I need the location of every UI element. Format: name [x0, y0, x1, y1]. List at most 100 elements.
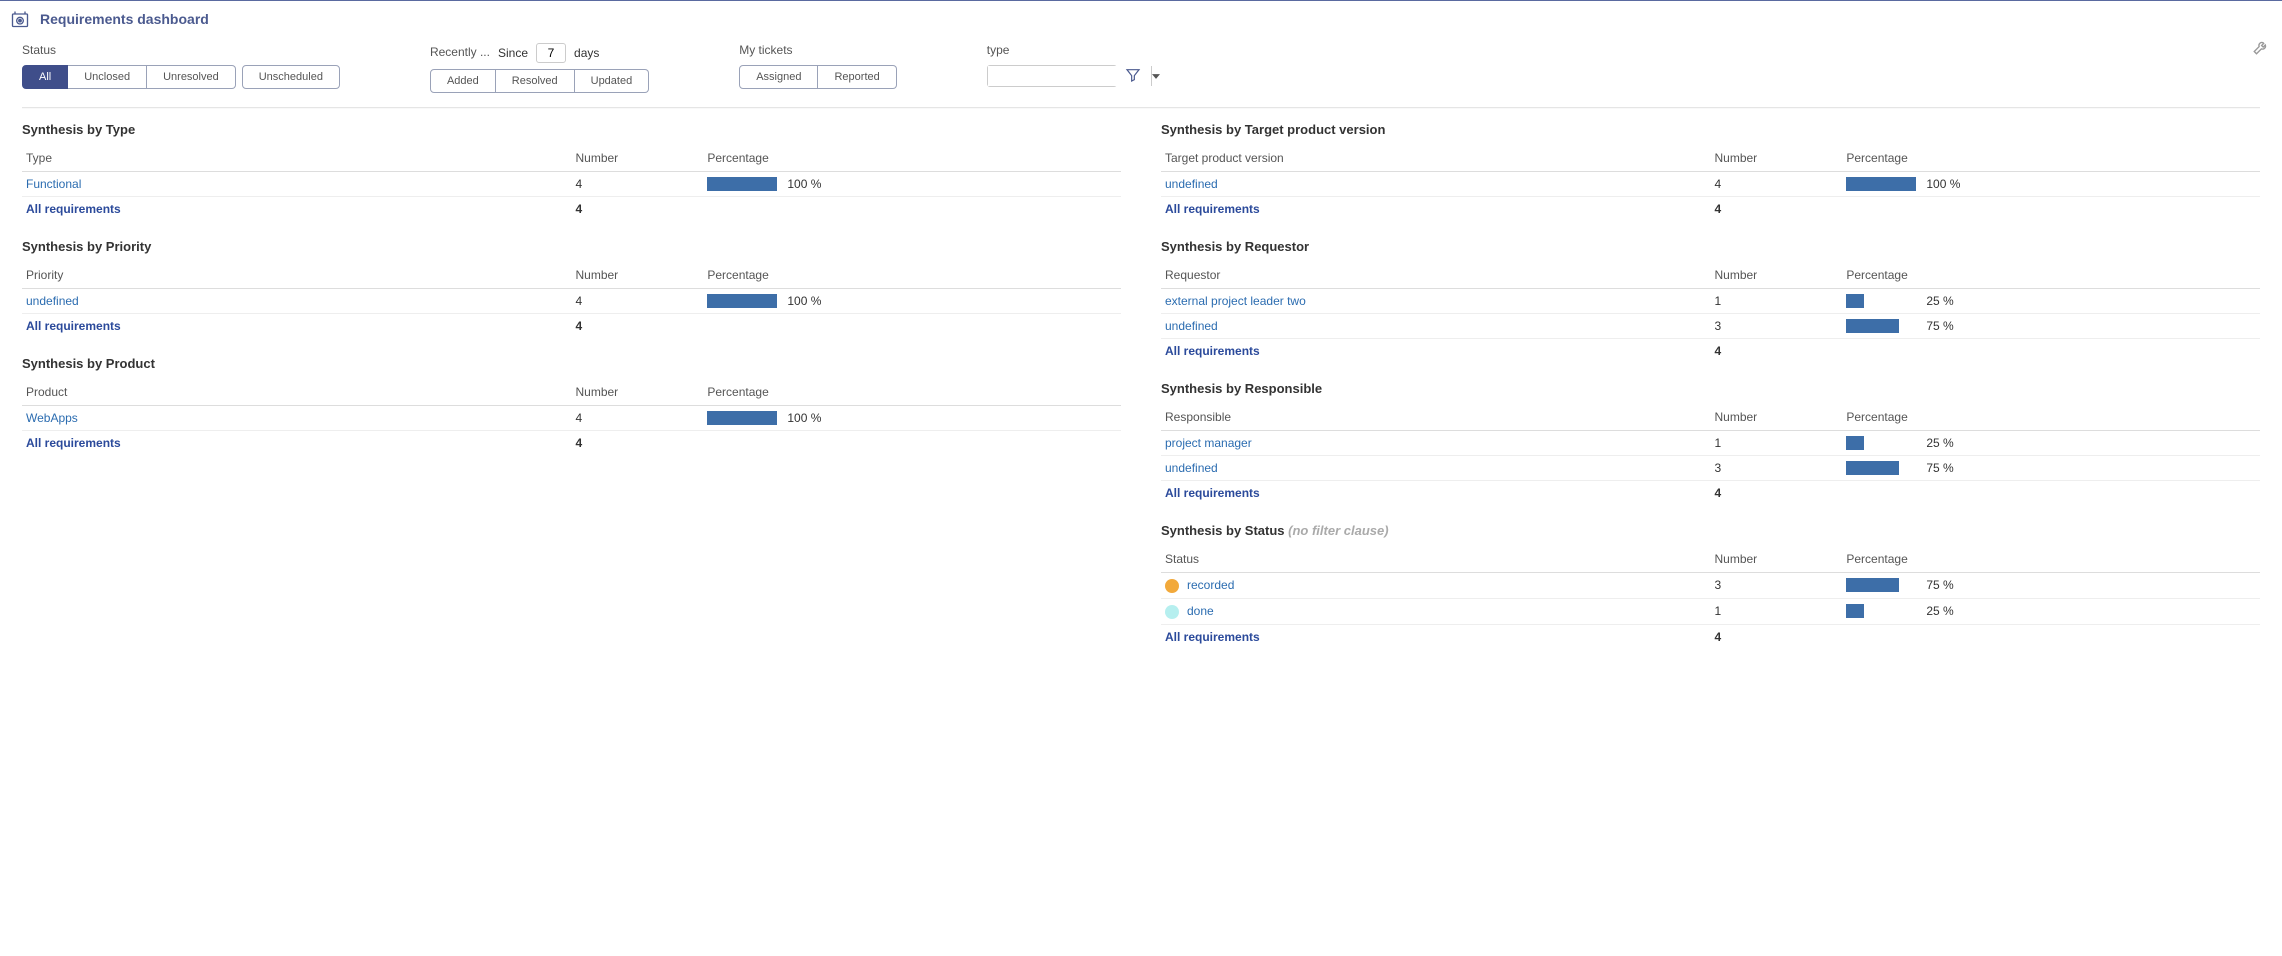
column-header: Requestor	[1161, 262, 1711, 289]
column-header: Percentage	[703, 379, 1121, 406]
column-header: Priority	[22, 262, 572, 289]
row-number: 4	[1711, 172, 1843, 197]
row-number: 3	[1711, 456, 1843, 481]
percentage-bar	[1846, 461, 1899, 475]
all-requirements-link[interactable]: All requirements	[1165, 486, 1260, 500]
all-requirements-link[interactable]: All requirements	[26, 436, 121, 450]
row-number: 4	[572, 289, 704, 314]
data-table: ProductNumberPercentageWebApps4100 %All …	[22, 379, 1121, 455]
data-table: RequestorNumberPercentageexternal projec…	[1161, 262, 2260, 363]
row-link[interactable]: undefined	[1165, 177, 1218, 191]
filter-mytickets-label: My tickets	[739, 43, 897, 57]
row-link[interactable]: undefined	[1165, 319, 1218, 333]
filter-recently-label: Recently ...	[430, 45, 490, 59]
column-header: Target product version	[1161, 145, 1711, 172]
row-link[interactable]: WebApps	[26, 411, 78, 425]
row-link[interactable]: recorded	[1187, 578, 1234, 592]
column-header: Number	[572, 145, 704, 172]
all-requirements-link[interactable]: All requirements	[26, 319, 121, 333]
mytickets-assigned-button[interactable]: Assigned	[739, 65, 818, 89]
column-header: Percentage	[1842, 145, 2260, 172]
row-number: 4	[572, 172, 704, 197]
status-unscheduled-button[interactable]: Unscheduled	[242, 65, 340, 89]
row-link[interactable]: done	[1187, 604, 1214, 618]
row-percentage: 25 %	[1842, 598, 2260, 624]
column-header: Number	[1711, 404, 1843, 431]
total-row: All requirements4	[1161, 339, 2260, 364]
row-link[interactable]: Functional	[26, 177, 81, 191]
row-percentage: 25 %	[1842, 431, 2260, 456]
status-all-button[interactable]: All	[22, 65, 68, 89]
total-number: 4	[1711, 624, 1843, 649]
row-percentage: 25 %	[1842, 289, 2260, 314]
percentage-bar	[707, 411, 777, 425]
column-header: Percentage	[703, 262, 1121, 289]
row-link[interactable]: undefined	[1165, 461, 1218, 475]
table-row: Functional 4 100 %	[22, 172, 1121, 197]
recently-added-button[interactable]: Added	[430, 69, 496, 93]
total-number: 4	[572, 197, 704, 222]
mytickets-reported-button[interactable]: Reported	[818, 65, 896, 89]
all-requirements-link[interactable]: All requirements	[1165, 630, 1260, 644]
column-header: Percentage	[1842, 404, 2260, 431]
row-number: 3	[1711, 314, 1843, 339]
dropdown-caret-icon[interactable]	[1151, 66, 1160, 86]
total-row: All requirements 4	[22, 314, 1121, 339]
table-row: WebApps4100 %	[22, 406, 1121, 431]
table-row: undefined4100 %	[1161, 172, 2260, 197]
widget: Synthesis by Type TypeNumberPercentageFu…	[22, 122, 1121, 221]
total-number: 4	[1711, 481, 1843, 506]
recently-updated-button[interactable]: Updated	[575, 69, 650, 93]
filter-bar: Status AllUnclosedUnresolved Unscheduled…	[0, 37, 2282, 107]
widget-title: Synthesis by Product	[22, 356, 1121, 371]
percentage-bar	[1846, 319, 1899, 333]
row-percentage: 100 %	[703, 172, 1121, 197]
all-requirements-link[interactable]: All requirements	[26, 202, 121, 216]
percentage-bar	[1846, 177, 1916, 191]
percentage-bar	[1846, 294, 1864, 308]
column-header: Percentage	[703, 145, 1121, 172]
widget: Synthesis by Target product version Targ…	[1161, 122, 2260, 221]
status-dot-icon	[1165, 605, 1179, 619]
page-title: Requirements dashboard	[40, 11, 209, 27]
page-header: Requirements dashboard	[0, 1, 2282, 37]
row-percentage: 100 %	[703, 289, 1121, 314]
row-number: 3	[1711, 573, 1843, 599]
left-column: Synthesis by Type TypeNumberPercentageFu…	[22, 122, 1121, 667]
total-number: 4	[572, 314, 704, 339]
type-dropdown[interactable]	[987, 65, 1117, 87]
row-link[interactable]: project manager	[1165, 436, 1252, 450]
percentage-label: 75 %	[1926, 578, 1953, 592]
row-number: 1	[1711, 289, 1843, 314]
row-number: 1	[1711, 598, 1843, 624]
column-header: Number	[1711, 145, 1843, 172]
status-unclosed-button[interactable]: Unclosed	[68, 65, 147, 89]
row-link[interactable]: external project leader two	[1165, 294, 1306, 308]
percentage-label: 100 %	[787, 411, 821, 425]
widget: Synthesis by Responsible ResponsibleNumb…	[1161, 381, 2260, 505]
recently-resolved-button[interactable]: Resolved	[496, 69, 575, 93]
dashboard-icon	[10, 9, 30, 29]
all-requirements-link[interactable]: All requirements	[1165, 202, 1260, 216]
right-column: Synthesis by Target product version Targ…	[1161, 122, 2260, 667]
days-input[interactable]	[536, 43, 566, 63]
data-table: TypeNumberPercentageFunctional4100 %All …	[22, 145, 1121, 221]
days-label: days	[574, 46, 599, 60]
table-row: undefined 375 %	[1161, 456, 2260, 481]
table-row: external project leader two 125 %	[1161, 289, 2260, 314]
filter-icon[interactable]	[1125, 67, 1141, 86]
table-row: done 125 %	[1161, 598, 2260, 624]
column-header: Number	[1711, 262, 1843, 289]
widget-title: Synthesis by Type	[22, 122, 1121, 137]
since-label: Since	[498, 46, 528, 60]
all-requirements-link[interactable]: All requirements	[1165, 344, 1260, 358]
table-row: undefined375 %	[1161, 314, 2260, 339]
row-link[interactable]: undefined	[26, 294, 79, 308]
total-number: 4	[572, 431, 704, 456]
status-unresolved-button[interactable]: Unresolved	[147, 65, 236, 89]
widget-title: Synthesis by Responsible	[1161, 381, 2260, 396]
percentage-label: 100 %	[787, 177, 821, 191]
total-row: All requirements 4	[1161, 481, 2260, 506]
row-percentage: 75 %	[1842, 456, 2260, 481]
total-row: All requirements 4	[22, 431, 1121, 456]
